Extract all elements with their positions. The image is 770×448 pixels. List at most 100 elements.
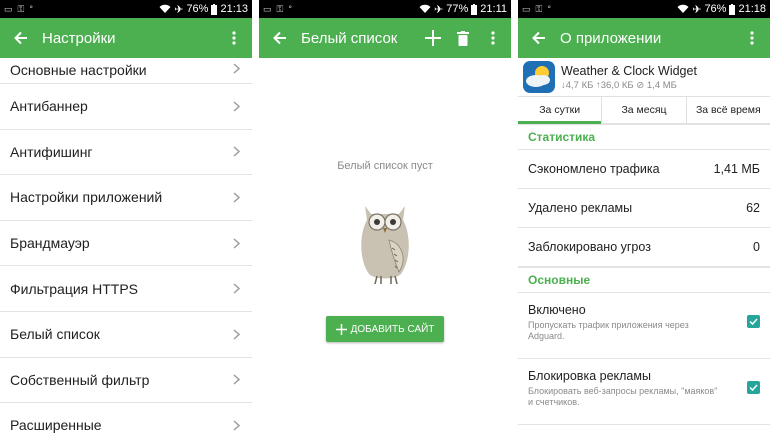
settings-item-https[interactable]: Фильтрация HTTPS bbox=[0, 266, 252, 312]
page-title: Белый список bbox=[301, 29, 398, 47]
settings-item-label: Антифишинг bbox=[10, 143, 93, 160]
settings-item-label: Антибаннер bbox=[10, 98, 88, 115]
chevron-right-icon bbox=[230, 374, 242, 386]
clock: 21:13 bbox=[220, 3, 248, 15]
overflow-menu-icon[interactable] bbox=[222, 26, 246, 50]
wifi-icon bbox=[677, 4, 689, 13]
settings-item-label: Белый список bbox=[10, 326, 100, 343]
battery-icon bbox=[211, 3, 218, 15]
settings-item-app-settings[interactable]: Настройки приложений bbox=[0, 175, 252, 221]
settings-item-antibanner[interactable]: Антибаннер bbox=[0, 84, 252, 130]
settings-item-label: Настройки приложений bbox=[10, 189, 163, 206]
temperature-icon: ° bbox=[288, 4, 292, 14]
toggle-title: Блокировка рекламы bbox=[528, 369, 651, 383]
main-section-header: Основные bbox=[518, 267, 770, 293]
notification-icon: ▭ bbox=[4, 3, 13, 14]
add-site-label: ДОБАВИТЬ САЙТ bbox=[350, 323, 435, 335]
settings-item-label: Брандмауэр bbox=[10, 235, 90, 252]
check-icon bbox=[749, 384, 758, 391]
chevron-right-icon bbox=[230, 146, 242, 158]
whitelist-screen: ▭ ⚿ ° ✈ 77% 21:11 Белый список Белый спи… bbox=[259, 0, 511, 448]
empty-state-text: Белый список пуст bbox=[337, 160, 433, 172]
battery-icon bbox=[471, 3, 478, 15]
statistics-header: Статистика bbox=[518, 124, 770, 150]
toggle-row-enabled[interactable]: Включено Пропускать трафик приложения че… bbox=[518, 293, 770, 359]
stat-label: Сэкономлено трафика bbox=[528, 162, 660, 176]
key-icon: ⚿ bbox=[535, 3, 543, 14]
status-bar: ▭ ⚿ ° ✈ 76% 21:13 bbox=[0, 0, 252, 18]
stat-value: 62 bbox=[746, 201, 760, 215]
toggle-row-ad-blocking[interactable]: Блокировка рекламы Блокировать веб-запро… bbox=[518, 359, 770, 425]
add-site-button[interactable]: ДОБАВИТЬ САЙТ bbox=[326, 316, 444, 342]
settings-item-label: Расширенные bbox=[10, 417, 102, 434]
weather-app-icon bbox=[523, 61, 555, 93]
stat-label: Удалено рекламы bbox=[528, 201, 633, 215]
toolbar: Настройки bbox=[0, 18, 252, 58]
settings-item-antiphishing[interactable]: Антифишинг bbox=[0, 130, 252, 176]
stat-row-ads-removed: Удалено рекламы 62 bbox=[518, 189, 770, 228]
tab-month[interactable]: За месяц bbox=[602, 97, 687, 123]
airplane-icon: ✈ bbox=[434, 3, 444, 16]
settings-item-label: Фильтрация HTTPS bbox=[10, 280, 139, 297]
back-arrow-icon[interactable] bbox=[528, 27, 550, 49]
wifi-icon bbox=[419, 4, 431, 13]
delete-icon[interactable] bbox=[451, 26, 475, 50]
chevron-right-icon bbox=[230, 237, 242, 249]
key-icon: ⚿ bbox=[276, 3, 284, 14]
toolbar: О приложении bbox=[518, 18, 770, 58]
back-arrow-icon[interactable] bbox=[269, 27, 291, 49]
stat-row-traffic-saved: Сэкономлено трафика 1,41 МБ bbox=[518, 150, 770, 189]
stat-row-threats-blocked: Заблокировано угроз 0 bbox=[518, 228, 770, 267]
toggle-description: Пропускать трафик приложения через Adgua… bbox=[528, 320, 689, 341]
plus-icon bbox=[335, 323, 347, 335]
page-title: Настройки bbox=[42, 29, 116, 47]
app-header: Weather & Clock Widget ↓4,7 КБ ↑36,0 КБ … bbox=[518, 58, 770, 96]
temperature-icon: ° bbox=[29, 4, 33, 14]
app-traffic-stats: ↓4,7 КБ ↑36,0 КБ ⊘ 1,4 МБ bbox=[561, 79, 677, 91]
clock: 21:18 bbox=[738, 3, 766, 15]
battery-level: 76% bbox=[704, 3, 727, 15]
chevron-right-icon bbox=[230, 419, 242, 431]
wifi-icon bbox=[159, 4, 171, 13]
chevron-right-icon bbox=[230, 283, 242, 295]
stat-value: 0 bbox=[753, 240, 760, 254]
stat-label: Заблокировано угроз bbox=[528, 240, 651, 254]
about-app-screen: ▭ ⚿ ° ✈ 76% 21:18 О приложении Weather &… bbox=[518, 0, 770, 448]
airplane-icon: ✈ bbox=[174, 3, 184, 16]
chevron-right-icon bbox=[230, 191, 242, 203]
period-tabs: За сутки За месяц За всё время bbox=[518, 96, 770, 124]
settings-item-label: Собственный фильтр bbox=[10, 371, 150, 388]
settings-item-label: Основные настройки bbox=[10, 62, 147, 78]
overflow-menu-icon[interactable] bbox=[481, 26, 505, 50]
notification-icon: ▭ bbox=[522, 3, 531, 14]
settings-screen: ▭ ⚿ ° ✈ 76% 21:13 Настройки Основные нас… bbox=[0, 0, 252, 448]
owl-illustration-icon bbox=[361, 206, 409, 285]
settings-item-general[interactable]: Основные настройки bbox=[0, 58, 252, 84]
chevron-right-icon bbox=[230, 328, 242, 340]
check-icon bbox=[749, 318, 758, 325]
enabled-checkbox[interactable] bbox=[747, 315, 760, 328]
key-icon: ⚿ bbox=[17, 3, 25, 14]
app-name: Weather & Clock Widget bbox=[561, 63, 697, 78]
battery-level: 77% bbox=[446, 3, 469, 15]
temperature-icon: ° bbox=[547, 4, 551, 14]
settings-item-user-filter[interactable]: Собственный фильтр bbox=[0, 358, 252, 404]
tab-day[interactable]: За сутки bbox=[518, 97, 603, 124]
settings-item-whitelist[interactable]: Белый список bbox=[0, 312, 252, 358]
settings-list: Основные настройки Антибаннер Антифишинг… bbox=[0, 58, 252, 448]
clock: 21:11 bbox=[480, 3, 507, 15]
back-arrow-icon[interactable] bbox=[10, 27, 32, 49]
battery-icon bbox=[729, 3, 736, 15]
ad-blocking-checkbox[interactable] bbox=[747, 381, 760, 394]
overflow-menu-icon[interactable] bbox=[740, 26, 764, 50]
airplane-icon: ✈ bbox=[692, 3, 702, 16]
tab-all-time[interactable]: За всё время bbox=[687, 97, 770, 123]
chevron-right-icon bbox=[230, 100, 242, 112]
settings-item-advanced[interactable]: Расширенные bbox=[0, 403, 252, 448]
add-icon[interactable] bbox=[421, 26, 445, 50]
status-bar: ▭ ⚿ ° ✈ 76% 21:18 bbox=[518, 0, 770, 18]
toggle-title: Включено bbox=[528, 303, 586, 317]
status-bar: ▭ ⚿ ° ✈ 77% 21:11 bbox=[259, 0, 511, 18]
settings-item-firewall[interactable]: Брандмауэр bbox=[0, 221, 252, 267]
notification-icon: ▭ bbox=[263, 3, 272, 14]
